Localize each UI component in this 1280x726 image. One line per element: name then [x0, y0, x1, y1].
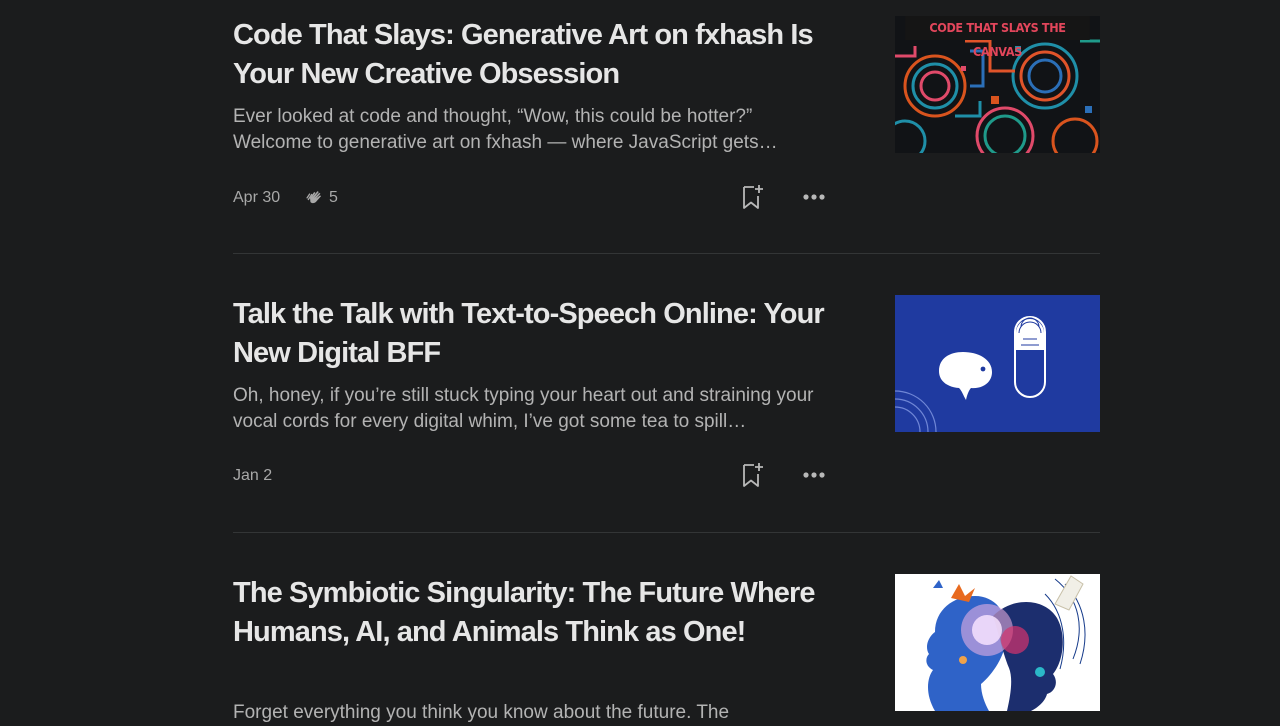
thumbnail-art: [895, 295, 1100, 432]
divider: [233, 253, 1100, 254]
story-title[interactable]: Code That Slays: Generative Art on fxhas…: [233, 16, 833, 93]
story-thumbnail[interactable]: [895, 574, 1100, 711]
story-meta: Jan 2: [233, 461, 833, 491]
more-options-button[interactable]: [801, 185, 827, 209]
story-title[interactable]: Talk the Talk with Text-to-Speech Online…: [233, 295, 833, 372]
thumbnail-art: [895, 574, 1100, 711]
story-excerpt[interactable]: Forget everything you think you know abo…: [233, 700, 833, 726]
divider: [233, 532, 1100, 533]
bookmark-add-icon: [743, 185, 763, 209]
story-meta: Apr 30 5: [233, 183, 833, 213]
clap-count-value: 5: [329, 189, 338, 206]
save-button[interactable]: [740, 183, 766, 211]
story-thumbnail[interactable]: [895, 295, 1100, 432]
clap-count[interactable]: 5: [305, 187, 338, 207]
story-thumbnail[interactable]: CODE THAT SLAYS THE CANVAS: [895, 16, 1100, 153]
thumbnail-caption: CODE THAT SLAYS THE CANVAS: [905, 16, 1090, 59]
bookmark-add-icon: [743, 463, 763, 487]
more-horizontal-icon: [803, 194, 825, 200]
more-horizontal-icon: [803, 472, 825, 478]
more-options-button[interactable]: [801, 463, 827, 487]
clap-icon: [306, 191, 322, 204]
story-title[interactable]: The Symbiotic Singularity: The Future Wh…: [233, 574, 833, 651]
story-excerpt[interactable]: Ever looked at code and thought, “Wow, t…: [233, 104, 833, 155]
story-date: Jan 2: [233, 467, 273, 484]
story-excerpt[interactable]: Oh, honey, if you’re still stuck typing …: [233, 383, 833, 434]
story-date: Apr 30: [233, 189, 281, 206]
save-button[interactable]: [740, 461, 766, 489]
